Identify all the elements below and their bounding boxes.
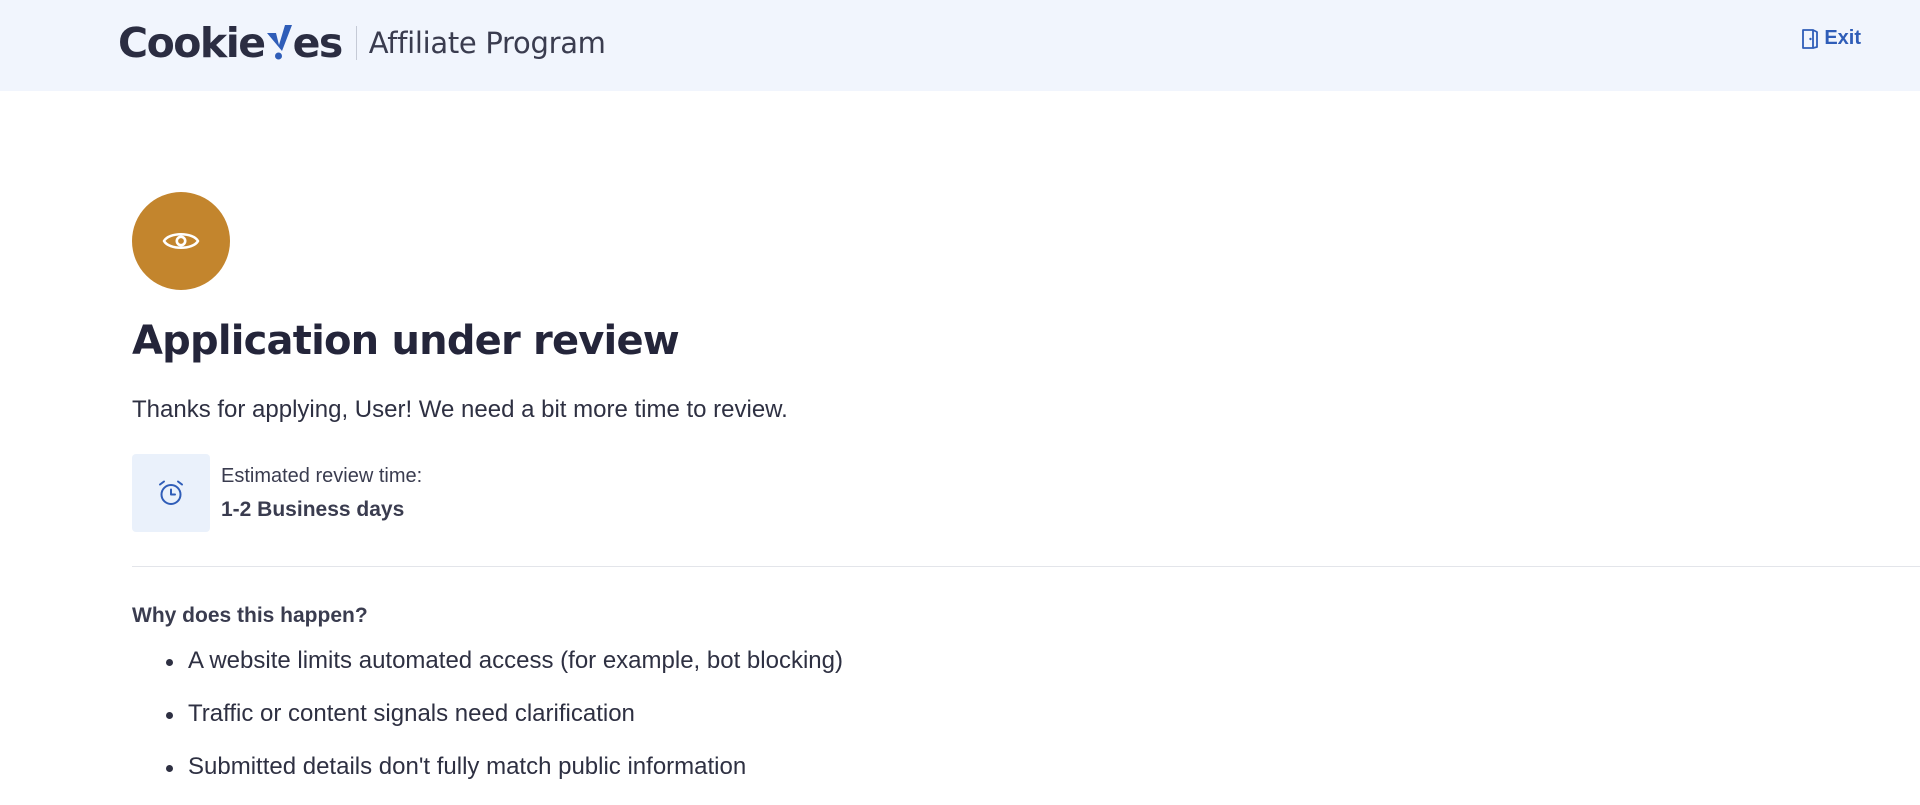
- section-divider: [132, 566, 1920, 567]
- review-text: Estimated review time: 1-2 Business days: [221, 463, 422, 523]
- status-message: Thanks for applying, User! We need a bit…: [132, 396, 788, 423]
- clock-tile: [132, 454, 210, 532]
- status-badge: [132, 192, 230, 290]
- logo-check-icon: [266, 24, 292, 59]
- main-content: Application under review Thanks for appl…: [132, 192, 1920, 780]
- list-item: Traffic or content signals need clarific…: [132, 699, 843, 752]
- list-item: Submitted details don't fully match publ…: [132, 752, 843, 805]
- eye-icon: [162, 232, 200, 250]
- program-name: Affiliate Program: [368, 26, 606, 60]
- alarm-clock-icon: [159, 480, 183, 505]
- exit-label: Exit: [1824, 27, 1861, 49]
- top-header: Cookie es Affiliate Program Exit: [0, 0, 1920, 91]
- review-time-value: 1-2 Business days: [221, 498, 405, 521]
- logo-divider: [355, 26, 357, 60]
- page-title: Application under review: [132, 318, 680, 364]
- review-time-card: Estimated review time: 1-2 Business days: [132, 454, 422, 532]
- why-heading: Why does this happen?: [132, 604, 368, 627]
- list-item: A website limits automated access (for e…: [132, 646, 843, 699]
- reasons-list: A website limits automated access (for e…: [132, 646, 843, 805]
- cookieyes-logo[interactable]: Cookie es Affiliate Program: [118, 18, 606, 68]
- review-time-label: Estimated review time:: [221, 465, 423, 487]
- exit-button[interactable]: Exit: [1800, 27, 1861, 50]
- logo-wordmark: Cookie es: [118, 18, 343, 67]
- exit-door-icon: [1802, 28, 1819, 49]
